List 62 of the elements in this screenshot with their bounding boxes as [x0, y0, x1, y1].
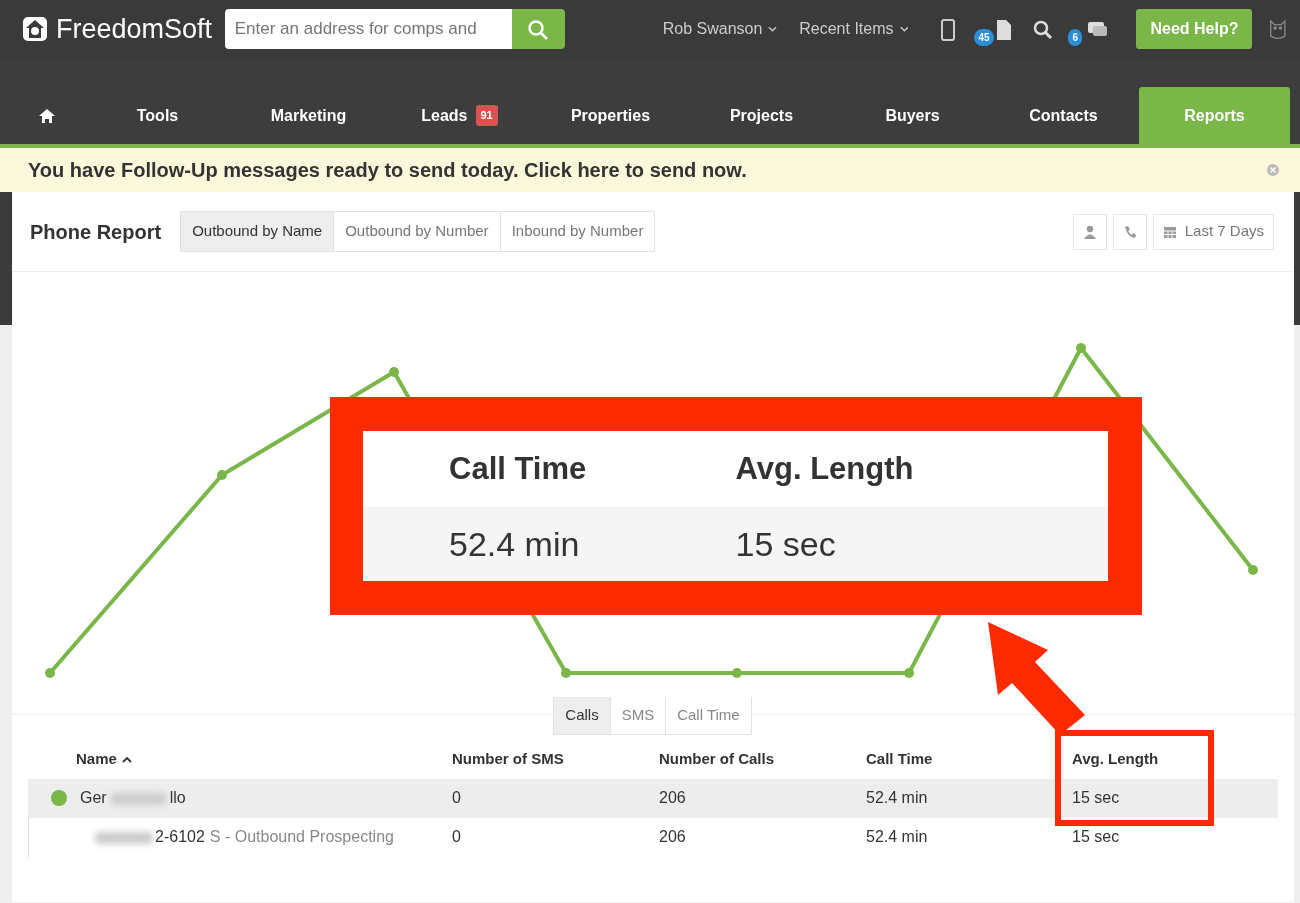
view-tab[interactable]: Outbound by Number: [333, 211, 501, 252]
column-header[interactable]: Call Time: [866, 747, 1072, 771]
view-tab[interactable]: Inbound by Number: [499, 211, 656, 252]
table-cell: 15 sec: [1072, 828, 1120, 845]
table-cell: 206: [659, 789, 686, 806]
home-icon: [39, 107, 55, 124]
data-point: [1248, 565, 1258, 575]
view-tab[interactable]: Outbound by Name: [180, 211, 335, 252]
data-point: [732, 668, 742, 678]
search-icon: [527, 18, 550, 41]
campaign-name: S - Outbound Prospecting: [209, 827, 394, 847]
chart-toggle[interactable]: Calls: [553, 697, 611, 735]
table-cell: 52.4 min: [866, 828, 928, 845]
search-icon[interactable]: [1032, 18, 1054, 41]
filter-button[interactable]: [1072, 213, 1107, 250]
phone-icon: [1122, 224, 1137, 239]
table-cell: 206: [659, 828, 686, 845]
callout-header: Avg. Length: [735, 449, 915, 488]
data-point: [904, 668, 914, 678]
nav-tab[interactable]: Leads 91: [384, 87, 535, 144]
data-point: [561, 668, 571, 678]
chevron-icon: [899, 25, 909, 33]
person-name[interactable]: Ger llo: [80, 786, 186, 810]
count-badge: 6: [1068, 29, 1082, 46]
house-logo-icon: [22, 16, 48, 42]
status-dot: [50, 789, 68, 807]
column-header[interactable]: Number of SMS: [452, 747, 659, 771]
calendar-icon: [1162, 224, 1177, 239]
nav-tab[interactable]: Marketing: [233, 87, 384, 144]
logo-text: FreedomSoft: [56, 12, 213, 46]
data-point: [1076, 343, 1086, 353]
data-point: [389, 367, 399, 377]
table-cell: 0: [452, 828, 461, 845]
chevron-icon: [768, 25, 778, 33]
nav-tab[interactable]: Projects: [686, 87, 837, 144]
count-badge: 45: [974, 29, 994, 46]
recent-items-menu[interactable]: Recent Items: [799, 17, 894, 41]
nav-tab[interactable]: Properties: [535, 87, 686, 144]
nav-tab[interactable]: Contacts: [988, 87, 1139, 144]
table-cell: 0: [452, 789, 461, 806]
date-range-button[interactable]: Last 7 Days: [1152, 213, 1274, 250]
phone-number[interactable]: 2-6102: [95, 825, 205, 849]
count-badge: 91: [475, 105, 498, 126]
data-point: [45, 668, 55, 678]
data-point: [217, 470, 227, 480]
column-header[interactable]: Number of Calls: [659, 747, 866, 771]
report-title: Phone Report: [30, 219, 162, 245]
owl-icon: [1268, 17, 1288, 41]
table-cell: 15 sec: [1072, 789, 1120, 806]
column-header[interactable]: Name: [28, 747, 452, 771]
callout-header: Call Time: [448, 449, 588, 488]
table-cell: 52.4 min: [866, 789, 928, 806]
table-row[interactable]: Ger llo 0 206 52.4 min 15 sec: [28, 778, 1278, 818]
chart-toggle[interactable]: Call Time: [665, 697, 752, 735]
callout-value: 15 sec: [735, 507, 1108, 581]
callout-value: 52.4 min: [363, 507, 736, 581]
user-menu[interactable]: Rob Swanson: [662, 17, 763, 41]
column-header[interactable]: Avg. Length: [1072, 747, 1252, 771]
nav-tab[interactable]: Buyers: [837, 87, 988, 144]
person-icon: [1082, 224, 1097, 239]
nav-tab[interactable]: Tools: [82, 87, 233, 144]
search-field[interactable]: Enter an address for comps and: [224, 9, 512, 49]
